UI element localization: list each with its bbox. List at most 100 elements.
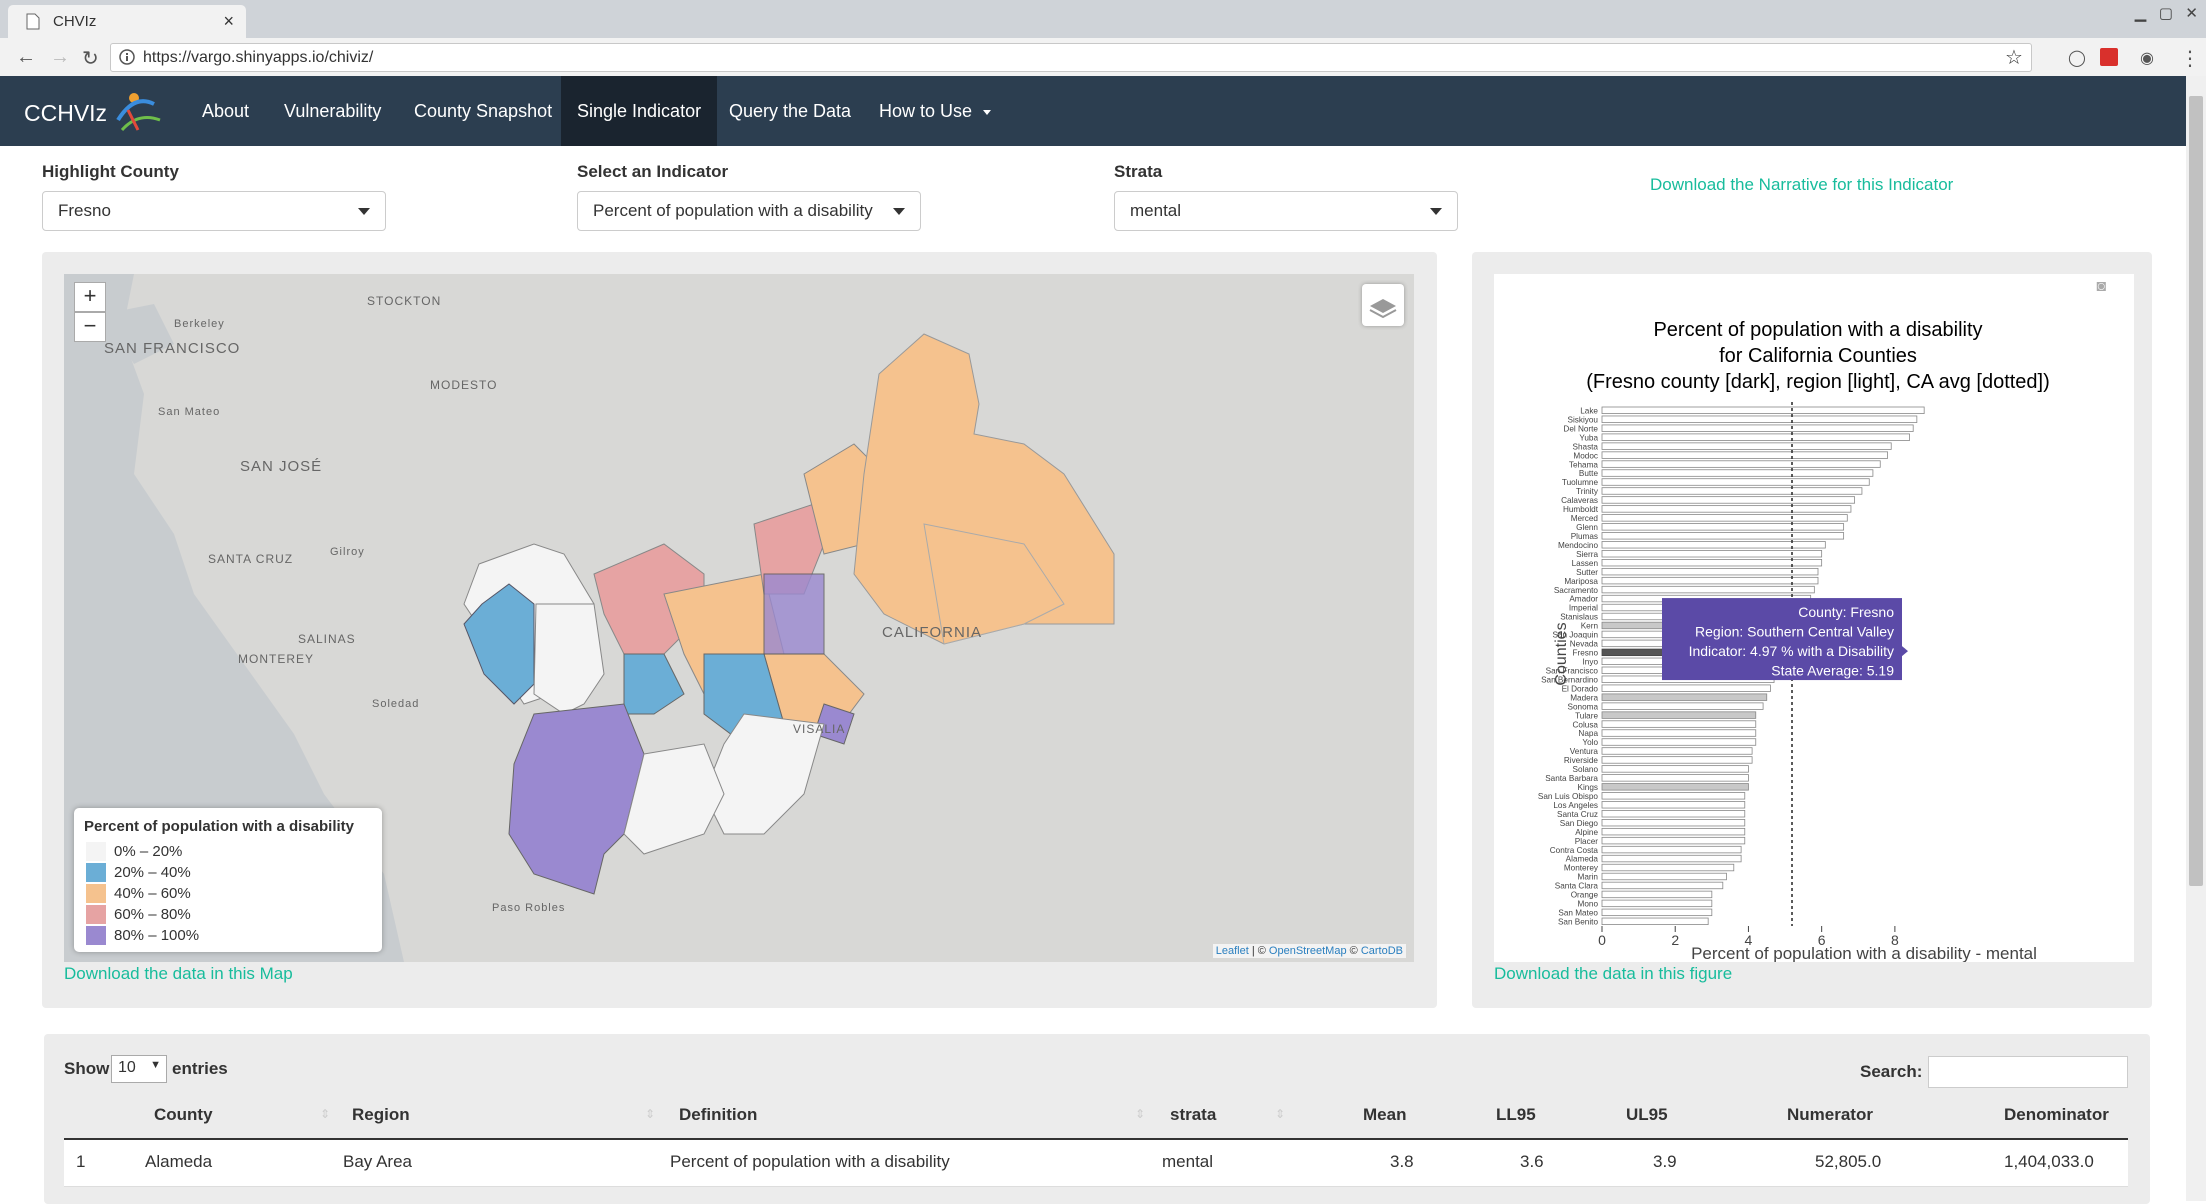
bar-siskiyou[interactable] [1601,415,1918,423]
bar-del-norte[interactable] [1601,424,1914,432]
bar-yolo[interactable] [1601,738,1757,746]
bar-colusa[interactable] [1601,720,1757,728]
bar-plumas[interactable] [1601,532,1845,540]
bar-sierra[interactable] [1601,550,1823,558]
bar-contra-costa[interactable] [1601,845,1742,854]
column-header-numerator[interactable]: Numerator [1787,1105,1873,1125]
leaflet-link[interactable]: Leaflet [1216,945,1249,957]
bar-santa-barbara[interactable] [1601,774,1749,782]
indicator-select[interactable]: Percent of population with a disability [577,191,921,231]
bar-lake[interactable] [1601,406,1925,414]
extension-red-icon[interactable] [2100,48,2118,66]
bar-sutter[interactable] [1601,567,1819,576]
bar-glenn[interactable] [1601,523,1845,531]
bar-modoc[interactable] [1601,451,1888,459]
bar-shasta[interactable] [1601,442,1892,450]
bar-napa[interactable] [1601,729,1757,737]
bar-trinity[interactable] [1601,487,1863,495]
nav-vulnerability[interactable]: Vulnerability [268,76,397,146]
menu-icon[interactable]: ⋮ [2180,46,2200,71]
extension-icon-2[interactable]: ◉ [2140,48,2154,68]
nav-about[interactable]: About [186,76,265,146]
bar-san-benito[interactable] [1601,917,1709,926]
scrollbar[interactable] [2186,76,2206,1201]
bar-mariposa[interactable] [1601,576,1819,585]
bar-tulare[interactable] [1601,711,1757,719]
bar-alpine[interactable] [1601,827,1746,836]
column-header-definition[interactable]: Definition [679,1105,757,1125]
column-header-ll95[interactable]: LL95 [1496,1105,1536,1125]
bar-san-mateo[interactable] [1601,908,1713,917]
bar-merced[interactable] [1601,514,1848,522]
window-controls[interactable]: ▁ ▢ ✕ [2135,4,2198,22]
bar-tuolumne[interactable] [1601,478,1870,486]
bar-ventura[interactable] [1601,747,1753,755]
scrollbar-thumb[interactable] [2189,96,2203,886]
bar-butte[interactable] [1601,469,1874,477]
reload-icon[interactable]: ↻ [82,46,99,71]
download-narrative-link[interactable]: Download the Narrative for this Indicato… [1650,175,1953,195]
bar-orange[interactable] [1601,890,1713,899]
zoom-in-button[interactable]: + [74,282,106,312]
sort-icon[interactable]: ⇕ [1135,1107,1145,1121]
search-input[interactable] [1928,1056,2128,1088]
column-header-strata[interactable]: strata [1170,1105,1216,1125]
bar-sonoma[interactable] [1601,702,1764,710]
column-header-denominator[interactable]: Denominator [2004,1105,2109,1125]
bar-el-dorado[interactable] [1601,684,1771,692]
bar-mono[interactable] [1601,899,1713,908]
nav-how-to-use[interactable]: How to Use [863,76,1007,146]
carto-link[interactable]: CartoDB [1361,945,1403,957]
sort-icon[interactable]: ⇕ [1275,1107,1285,1121]
nav-single-indicator[interactable]: Single Indicator [561,76,718,146]
layers-control[interactable] [1362,284,1404,326]
bar-yuba[interactable] [1601,433,1910,441]
close-tab-icon[interactable]: × [223,11,234,32]
extension-icon[interactable]: ◯ [2068,48,2086,68]
bar-los-angeles[interactable] [1601,801,1746,809]
zoom-out-button[interactable]: − [74,312,106,342]
sort-icon[interactable]: ⇕ [320,1107,330,1121]
minimize-icon[interactable]: ▁ [2135,5,2147,22]
close-window-icon[interactable]: ✕ [2185,5,2198,22]
nav-county-snapshot[interactable]: County Snapshot [398,76,568,146]
url-field[interactable]: https://vargo.shinyapps.io/chiviz/ ☆ [110,43,2032,72]
brand-title[interactable]: CCHVIz [24,100,107,127]
bar-madera[interactable] [1601,693,1768,701]
bar-sacramento[interactable] [1601,585,1815,594]
star-icon[interactable]: ☆ [2005,45,2023,70]
bar-lassen[interactable] [1601,559,1823,567]
column-header-ul95[interactable]: UL95 [1626,1105,1668,1125]
forward-icon[interactable]: → [50,46,70,69]
bar-san-diego[interactable] [1601,819,1746,827]
column-header-region[interactable]: Region [352,1105,410,1125]
bar-chart[interactable]: Percent of population with a disability … [1494,274,2134,963]
bar-kings[interactable] [1601,783,1749,791]
bar-monterey[interactable] [1601,863,1735,872]
back-icon[interactable]: ← [16,46,36,69]
maximize-icon[interactable]: ▢ [2159,5,2173,22]
bar-solano[interactable] [1601,765,1749,773]
bar-marin[interactable] [1601,872,1727,881]
nav-query-data[interactable]: Query the Data [713,76,867,146]
county-select[interactable]: Fresno [42,191,386,231]
bar-riverside[interactable] [1601,756,1753,764]
bar-humboldt[interactable] [1601,505,1852,513]
osm-link[interactable]: OpenStreetMap [1269,945,1347,957]
bar-calaveras[interactable] [1601,496,1856,504]
bar-alameda[interactable] [1601,854,1742,863]
bar-san-luis-obispo[interactable] [1601,792,1746,800]
column-header-county[interactable]: County [154,1105,213,1125]
camera-icon[interactable]: ◙ [2096,278,2106,296]
browser-tab[interactable]: CHVIz × [8,5,246,38]
bar-santa-clara[interactable] [1601,881,1724,890]
bar-santa-cruz[interactable] [1601,810,1746,818]
download-map-data-link[interactable]: Download the data in this Map [64,964,293,984]
bar-placer[interactable] [1601,836,1746,845]
column-header-mean[interactable]: Mean [1363,1105,1406,1125]
bar-tehama[interactable] [1601,460,1881,468]
sort-icon[interactable]: ⇕ [645,1107,655,1121]
download-figure-data-link[interactable]: Download the data in this figure [1494,964,1732,984]
entries-select[interactable]: 10 ▼ [111,1055,167,1083]
strata-select[interactable]: mental [1114,191,1458,231]
